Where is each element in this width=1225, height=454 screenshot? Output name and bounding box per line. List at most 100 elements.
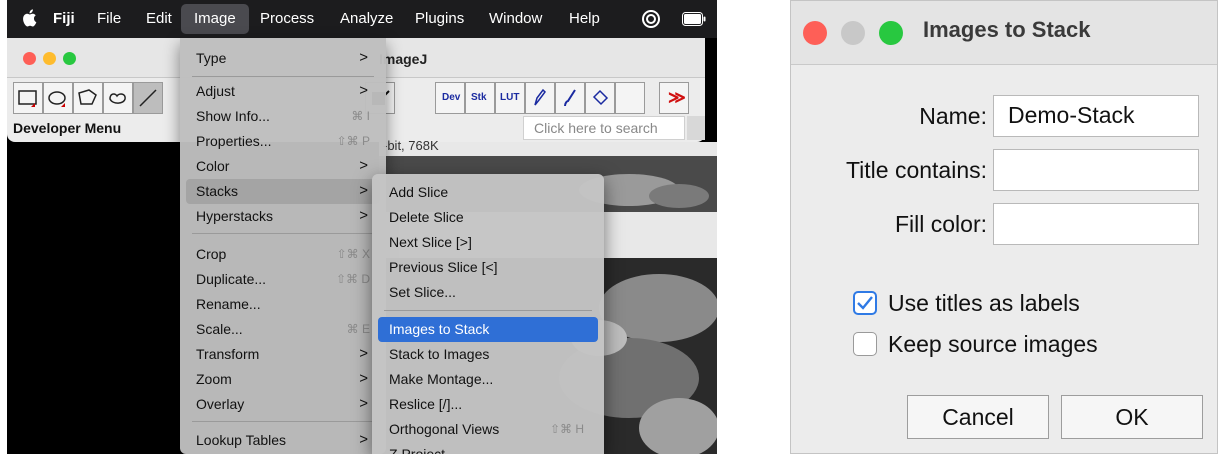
menu-item-hyperstacks[interactable]: Hyperstacks > xyxy=(180,204,386,229)
menubar-help[interactable]: Help xyxy=(569,10,600,28)
more-tools-button[interactable]: ≫ xyxy=(659,82,689,114)
menu-item-lookup-tables[interactable]: Lookup Tables > xyxy=(180,428,386,453)
name-label: Name: xyxy=(919,103,987,129)
zoom-dialog-button[interactable] xyxy=(879,21,903,45)
use-titles-checkbox[interactable] xyxy=(853,291,877,315)
close-dialog-button[interactable] xyxy=(803,21,827,45)
submenu-item-make-montage[interactable]: Make Montage... xyxy=(372,367,604,392)
submenu-separator xyxy=(384,310,592,311)
chevron-right-icon: > xyxy=(359,207,368,224)
submenu-item-label: Reslice [/]... xyxy=(389,396,463,412)
zoom-window-button[interactable] xyxy=(63,52,76,65)
empty-tool-slot[interactable] xyxy=(615,82,645,114)
command-search-input[interactable]: Click here to search xyxy=(523,116,685,140)
creative-cloud-icon[interactable] xyxy=(641,9,661,29)
submenu-item-stack-to-images[interactable]: Stack to Images xyxy=(372,342,604,367)
fill-color-field[interactable] xyxy=(993,203,1199,245)
freehand-tool[interactable] xyxy=(103,82,133,114)
chevron-right-icon: > xyxy=(359,157,368,174)
search-scroll[interactable] xyxy=(687,116,705,140)
menu-item-scale[interactable]: Scale... ⌘ E xyxy=(180,317,386,342)
menubar-analyze[interactable]: Analyze xyxy=(340,10,393,28)
title-contains-label: Title contains: xyxy=(845,157,987,183)
menu-item-duplicate[interactable]: Duplicate... ⇧⌘ D xyxy=(180,267,386,292)
menu-item-label: Scale... xyxy=(196,321,243,337)
menu-item-properties[interactable]: Properties... ⇧⌘ P xyxy=(180,129,386,154)
lut-menu-tool[interactable]: LUT xyxy=(495,82,525,114)
developer-menu-tool[interactable]: Dev xyxy=(435,82,465,114)
menu-item-show-info[interactable]: Show Info... ⌘ I xyxy=(180,104,386,129)
ok-button[interactable]: OK xyxy=(1061,395,1203,439)
freehand-icon xyxy=(109,93,126,104)
submenu-item-delete-slice[interactable]: Delete Slice xyxy=(372,205,604,230)
minimize-dialog-button[interactable] xyxy=(841,21,865,45)
image-info-text: -bit, 768K xyxy=(383,138,439,153)
menubar-process[interactable]: Process xyxy=(260,10,314,28)
menu-item-label: Stacks xyxy=(196,183,239,199)
submenu-item-next-slice[interactable]: Next Slice [>] xyxy=(372,230,604,255)
submenu-item-label: Add Slice xyxy=(389,184,449,200)
brush-tool[interactable] xyxy=(555,82,585,114)
line-tool[interactable] xyxy=(133,82,163,114)
dev-label: Dev xyxy=(442,92,461,103)
menu-item-label: Color xyxy=(196,158,230,174)
pencil-icon xyxy=(534,88,546,106)
flood-fill-icon xyxy=(592,89,609,106)
title-contains-field[interactable] xyxy=(993,149,1199,191)
oval-icon xyxy=(48,91,66,107)
submenu-item-add-slice[interactable]: Add Slice xyxy=(372,180,604,205)
submenu-item-reslice[interactable]: Reslice [/]... xyxy=(372,392,604,417)
menu-item-crop[interactable]: Crop ⇧⌘ X xyxy=(180,242,386,267)
flood-fill-tool[interactable] xyxy=(585,82,615,114)
menubar-edit[interactable]: Edit xyxy=(146,10,172,28)
submenu-item-label: Make Montage... xyxy=(389,371,494,387)
image-window-1-header: -bit, 768K xyxy=(379,138,717,156)
menubar-window[interactable]: Window xyxy=(489,10,542,28)
image-menu-dropdown: Type > Adjust > Show Info... ⌘ I Properties… xyxy=(180,38,386,454)
chevron-right-icon: > xyxy=(359,431,368,448)
images-to-stack-dialog: Images to Stack Name: Demo-Stack Title c… xyxy=(790,0,1218,454)
submenu-item-label: Set Slice... xyxy=(389,284,456,300)
shortcut-text: ⇧⌘ X xyxy=(336,247,370,261)
menu-item-zoom[interactable]: Zoom > xyxy=(180,367,386,392)
shortcut-text: ⌘ E xyxy=(346,322,370,336)
chevron-right-icon: > xyxy=(359,82,368,99)
submenu-item-z-project[interactable]: Z Project... xyxy=(372,442,604,454)
dialog-titlebar: Images to Stack xyxy=(791,1,1217,65)
submenu-item-previous-slice[interactable]: Previous Slice [<] xyxy=(372,255,604,280)
fiji-desktop: Fiji File Edit Image Process Analyze Plu… xyxy=(7,0,717,454)
polygon-tool[interactable] xyxy=(73,82,103,114)
pencil-tool[interactable] xyxy=(525,82,555,114)
chevron-right-icon: > xyxy=(359,49,368,66)
menu-item-label: Hyperstacks xyxy=(196,208,274,224)
submenu-item-set-slice[interactable]: Set Slice... xyxy=(372,280,604,305)
menu-item-overlay[interactable]: Overlay > xyxy=(180,392,386,417)
chevron-right-icon: > xyxy=(359,370,368,387)
menu-item-adjust[interactable]: Adjust > xyxy=(180,79,386,104)
name-field[interactable]: Demo-Stack xyxy=(993,95,1199,137)
menu-item-rename[interactable]: Rename... xyxy=(180,292,386,317)
stack-menu-tool[interactable]: Stk xyxy=(465,82,495,114)
battery-icon[interactable] xyxy=(682,12,706,26)
menu-item-color[interactable]: Color > xyxy=(180,154,386,179)
cancel-button[interactable]: Cancel xyxy=(907,395,1049,439)
keep-source-checkbox[interactable] xyxy=(853,332,877,356)
rectangle-tool[interactable] xyxy=(13,82,43,114)
close-window-button[interactable] xyxy=(23,52,36,65)
menu-item-type[interactable]: Type > xyxy=(180,46,386,71)
submenu-item-label: Next Slice [>] xyxy=(389,234,472,250)
fill-color-label: Fill color: xyxy=(894,211,987,237)
menubar-app-name[interactable]: Fiji xyxy=(53,10,75,28)
menu-item-stacks[interactable]: Stacks > xyxy=(186,179,380,204)
apple-icon[interactable] xyxy=(21,8,37,28)
menubar-file[interactable]: File xyxy=(97,10,121,28)
chevron-right-icon: > xyxy=(359,182,368,199)
menubar-image[interactable]: Image xyxy=(194,10,236,28)
submenu-item-label: Previous Slice [<] xyxy=(389,259,498,275)
minimize-window-button[interactable] xyxy=(43,52,56,65)
menubar-plugins[interactable]: Plugins xyxy=(415,10,464,28)
oval-tool[interactable] xyxy=(43,82,73,114)
submenu-item-orthogonal-views[interactable]: Orthogonal Views ⇧⌘ H xyxy=(372,417,604,442)
submenu-item-images-to-stack[interactable]: Images to Stack xyxy=(378,317,598,342)
menu-item-transform[interactable]: Transform > xyxy=(180,342,386,367)
